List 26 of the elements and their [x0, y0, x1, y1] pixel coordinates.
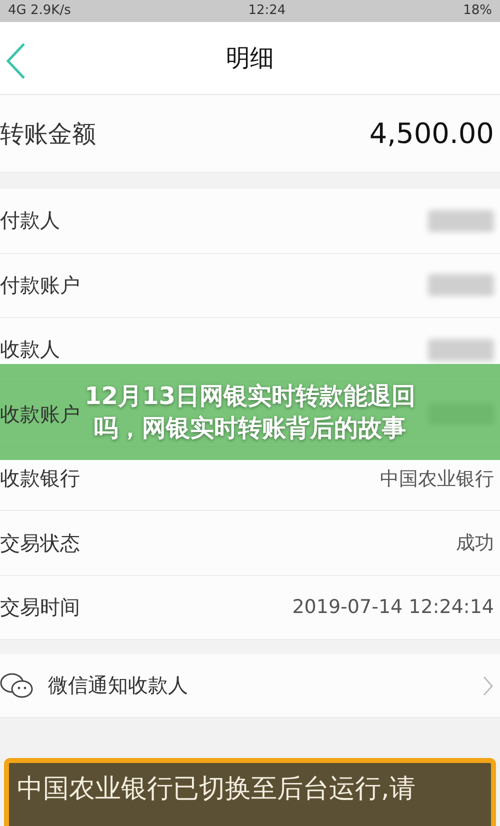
detail-label: 付款人 [0, 207, 60, 234]
amount-label: 转账金额 [0, 118, 96, 150]
blurred-value [428, 338, 494, 361]
back-icon[interactable] [4, 42, 28, 80]
detail-value: 成功 [456, 531, 494, 556]
detail-label: 收款账户 [0, 400, 80, 428]
detail-label: 付款账户 [0, 272, 80, 299]
network-speed: 4G 2.9K/s [8, 3, 71, 18]
page-title: 明细 [226, 42, 274, 74]
chevron-right-icon [482, 674, 494, 697]
detail-label: 收款人 [0, 336, 60, 364]
detail-label: 交易状态 [0, 530, 80, 556]
banner-title: 12月13日网银实时转款能退回吗，网银实时转账背后的故事 [84, 380, 416, 444]
clock-time: 12:24 [248, 3, 286, 18]
blurred-value [428, 274, 494, 296]
notify-row[interactable]: 微信通知收款人 [0, 654, 500, 718]
detail-value: 中国农业银行 [380, 466, 494, 492]
detail-value: 2019-07-14 12:24:14 [292, 596, 494, 618]
chat-bubbles-icon [0, 672, 34, 700]
detail-label: 收款银行 [0, 465, 80, 492]
detail-label: 交易时间 [0, 594, 80, 621]
battery-level: 18% [463, 3, 492, 18]
amount-value: 4,500.00 [369, 117, 494, 150]
notify-label: 微信通知收款人 [48, 672, 188, 700]
toast-text: 中国农业银行已切换至后台运行,请 [17, 774, 416, 804]
blurred-value [428, 210, 494, 232]
